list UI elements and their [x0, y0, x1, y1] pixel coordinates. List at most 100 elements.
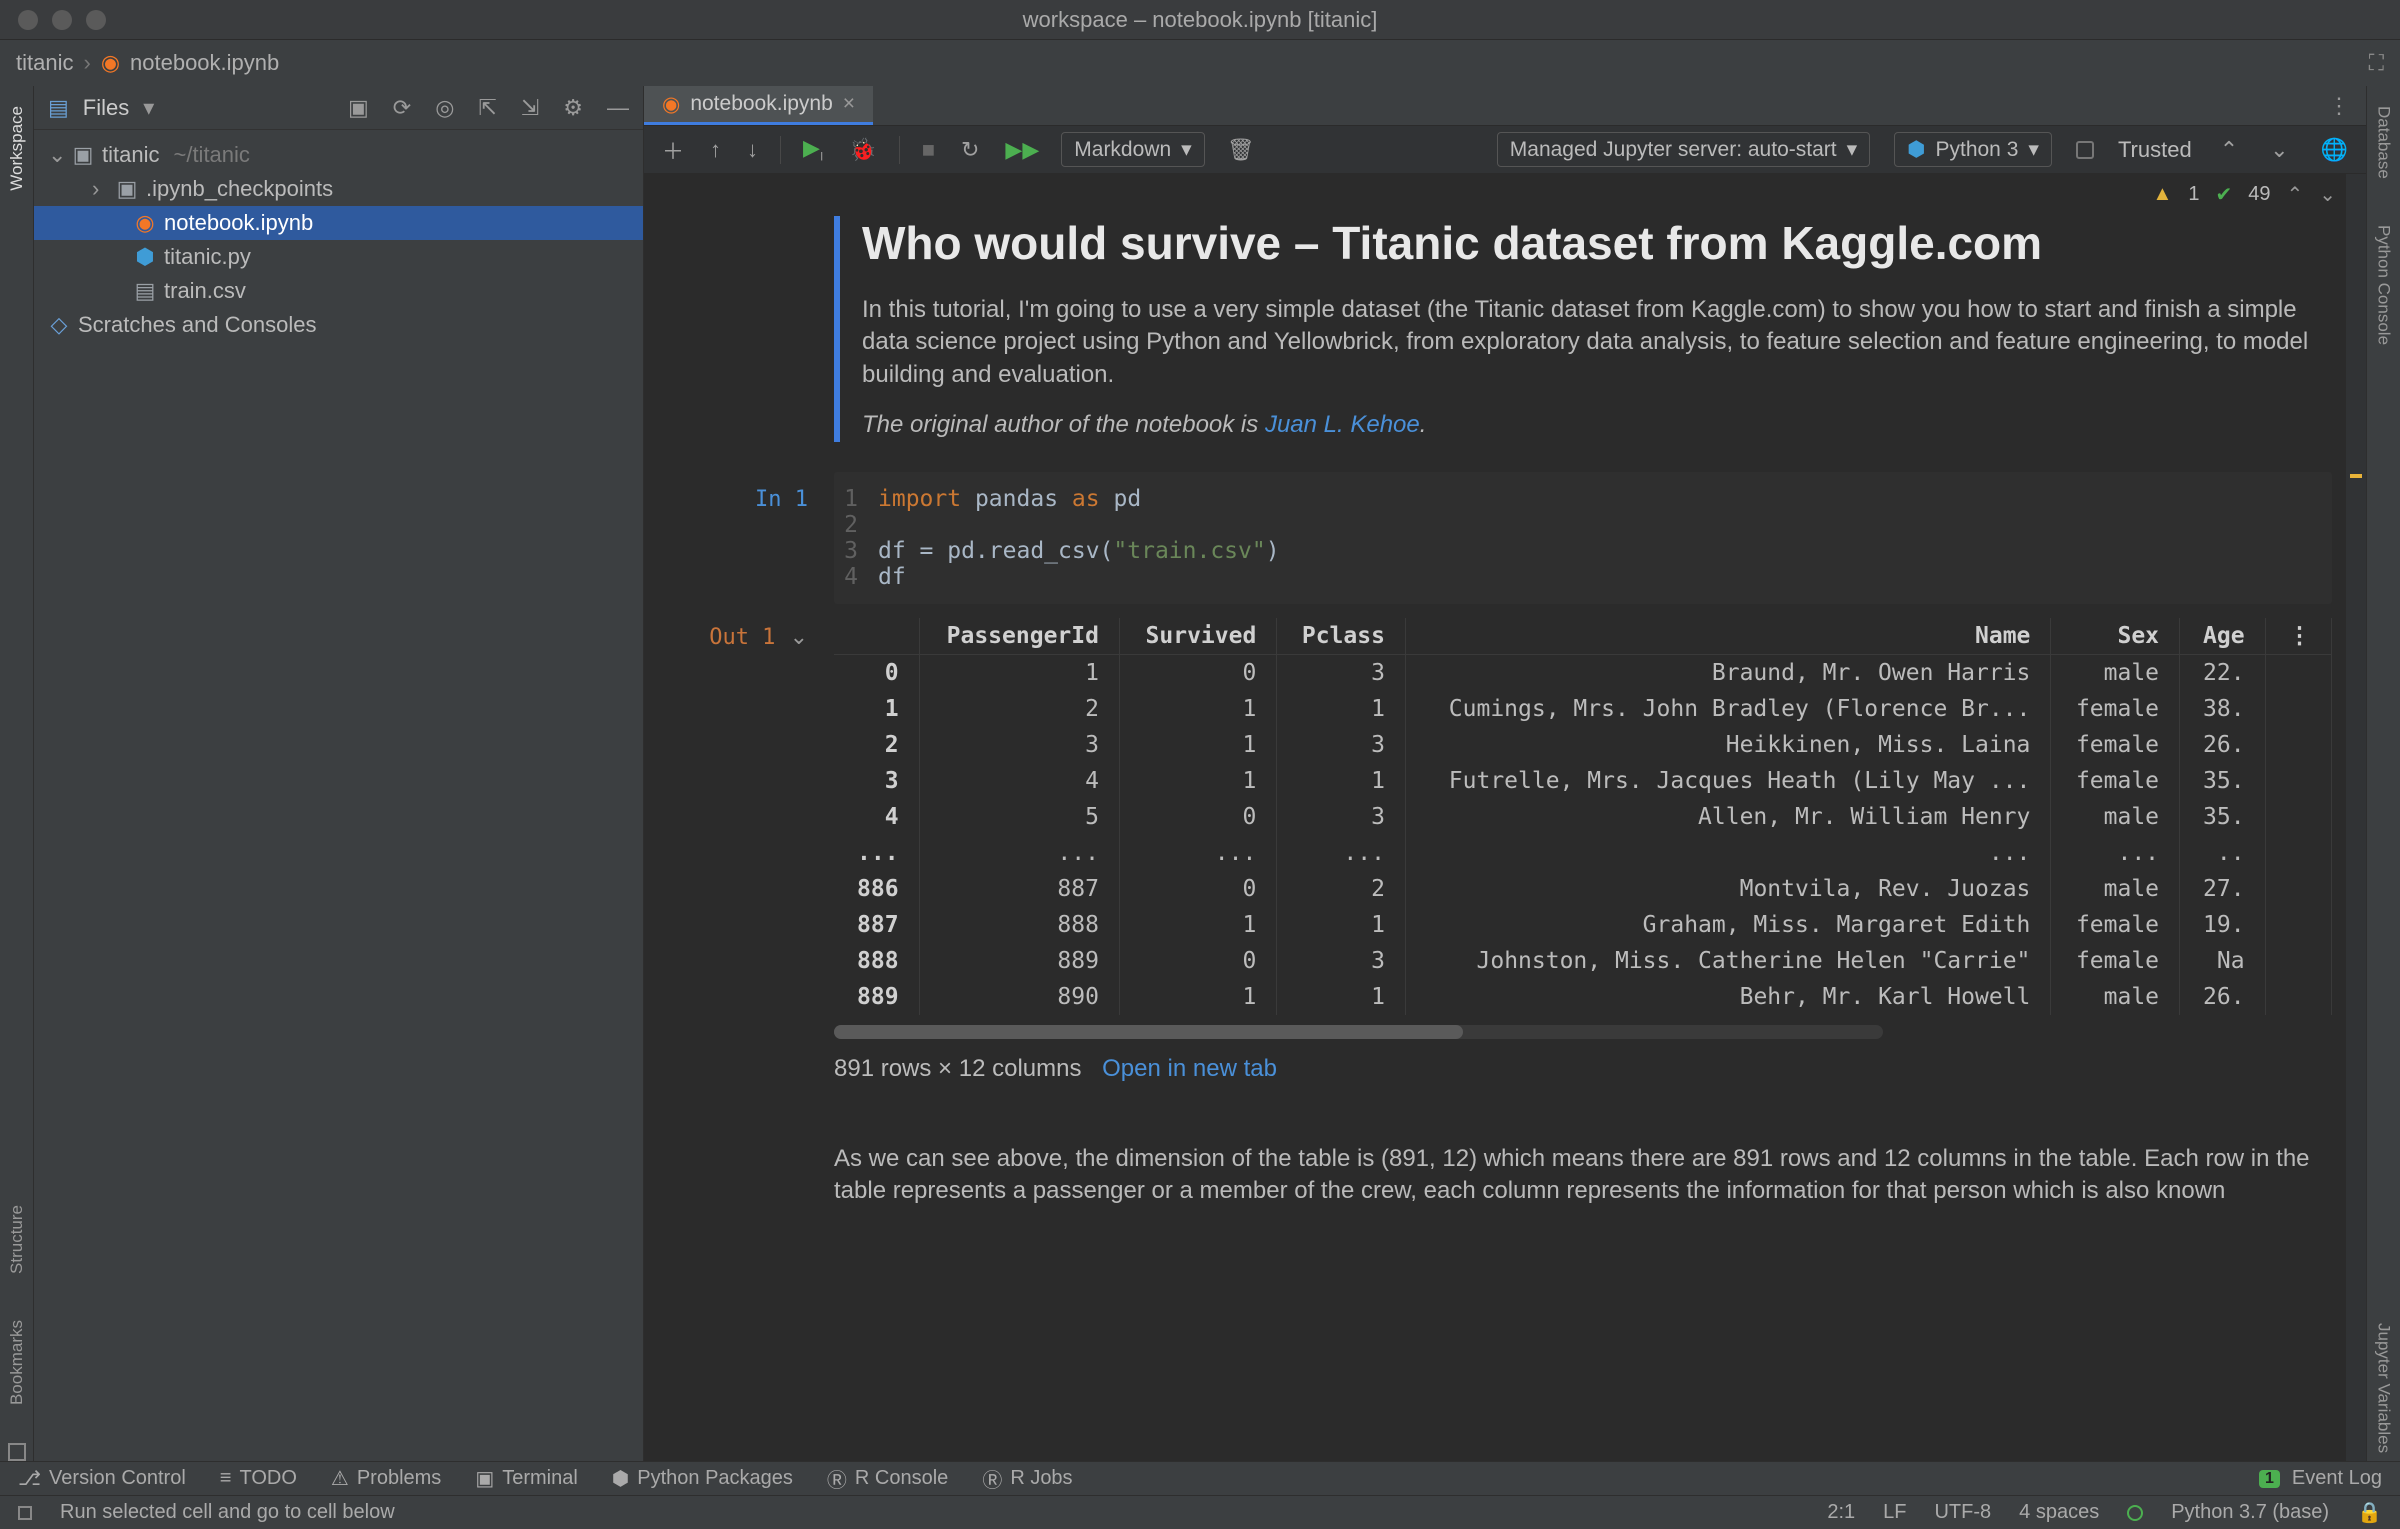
- tab-notebook[interactable]: ◉ notebook.ipynb ×: [644, 86, 873, 125]
- refresh-icon[interactable]: ⟳: [393, 95, 411, 121]
- delete-cell-button[interactable]: 🗑: [1223, 135, 1259, 165]
- encoding[interactable]: UTF-8: [1934, 1501, 1991, 1524]
- lock-icon[interactable]: 🔒: [2357, 1500, 2382, 1525]
- hide-icon[interactable]: —: [607, 95, 629, 121]
- tree-scratches[interactable]: ◇ Scratches and Consoles: [34, 308, 643, 342]
- markdown-below[interactable]: As we can see above, the dimension of th…: [834, 1143, 2332, 1208]
- table-menu-icon[interactable]: ⋮: [2265, 618, 2331, 655]
- dataframe-table[interactable]: PassengerIdSurvivedPclassNameSexAge⋮0103…: [834, 618, 2332, 1015]
- workspace-tool-button[interactable]: Workspace: [7, 98, 27, 199]
- database-tool-button[interactable]: Database: [2374, 98, 2394, 187]
- locate-icon[interactable]: ◎: [435, 95, 454, 121]
- jupyter-variables-tool-button[interactable]: Jupyter Variables: [2374, 1315, 2394, 1461]
- r-console-tool-button[interactable]: ⓇR Console: [827, 1464, 948, 1493]
- close-icon[interactable]: ×: [843, 92, 855, 116]
- table-header[interactable]: PassengerId: [919, 618, 1119, 655]
- table-row[interactable]: 88888903Johnston, Miss. Catherine Helen …: [834, 943, 2332, 979]
- event-log-button[interactable]: Event Log: [2292, 1467, 2382, 1490]
- line-ending[interactable]: LF: [1883, 1501, 1906, 1524]
- todo-tool-button[interactable]: ≡TODO: [220, 1467, 297, 1490]
- open-in-new-tab-link[interactable]: Open in new tab: [1102, 1055, 1277, 1082]
- structure-tool-button[interactable]: Structure: [7, 1197, 27, 1282]
- run-cell-button[interactable]: ▶I: [799, 133, 827, 165]
- table-header[interactable]: Survived: [1119, 618, 1276, 655]
- collapse-all-icon[interactable]: ⇲: [521, 95, 539, 121]
- code-body[interactable]: 1import pandas as pd23df = pd.read_csv("…: [834, 472, 2332, 604]
- debug-cell-button[interactable]: 🐞: [845, 135, 880, 165]
- tree-root[interactable]: ⌄ ▣ titanic ~/titanic: [34, 138, 643, 172]
- tab-menu-icon[interactable]: ⋮: [2312, 86, 2366, 125]
- table-header[interactable]: Age: [2180, 618, 2266, 655]
- jupyter-server-select[interactable]: Managed Jupyter server: auto-start ▾: [1497, 132, 1870, 167]
- terminal-tool-button[interactable]: ▣Terminal: [475, 1466, 577, 1491]
- run-all-button[interactable]: ▶▶: [1001, 135, 1043, 165]
- horizontal-scrollbar[interactable]: [834, 1025, 1883, 1039]
- indent[interactable]: 4 spaces: [2019, 1501, 2099, 1524]
- expand-all-icon[interactable]: ⇱: [478, 95, 496, 121]
- table-header[interactable]: Pclass: [1277, 618, 1406, 655]
- table-row[interactable]: 0103Braund, Mr. Owen Harrismale22.: [834, 654, 2332, 691]
- add-cell-button[interactable]: ＋: [658, 132, 688, 168]
- close-window-icon[interactable]: [18, 10, 38, 30]
- r-jobs-tool-button[interactable]: ⓇR Jobs: [982, 1464, 1072, 1493]
- tree-item-notebook[interactable]: ◉ notebook.ipynb: [34, 206, 643, 240]
- table-row[interactable]: 88688702Montvila, Rev. Juozasmale27.: [834, 871, 2332, 907]
- stop-button[interactable]: ■: [918, 135, 939, 165]
- trusted-checkbox[interactable]: [2076, 141, 2094, 159]
- code-text[interactable]: import pandas as pd: [878, 486, 2332, 512]
- prev-button[interactable]: ⌃: [2216, 135, 2242, 165]
- table-row[interactable]: 3411Futrelle, Mrs. Jacques Heath (Lily M…: [834, 763, 2332, 799]
- code-line[interactable]: 4df: [834, 564, 2332, 590]
- table-row[interactable]: 2313Heikkinen, Miss. Lainafemale26.: [834, 727, 2332, 763]
- table-row[interactable]: 88788811Graham, Miss. Margaret Edithfema…: [834, 907, 2332, 943]
- move-up-button[interactable]: ↑: [706, 135, 725, 165]
- code-line[interactable]: 2: [834, 512, 2332, 538]
- gear-icon[interactable]: ⚙: [563, 95, 583, 121]
- code-cell[interactable]: In 1 1import pandas as pd23df = pd.read_…: [644, 472, 2332, 604]
- chevron-down-icon[interactable]: ▾: [143, 95, 154, 121]
- zoom-window-icon[interactable]: [86, 10, 106, 30]
- chevron-up-icon[interactable]: ⌃: [2286, 182, 2303, 207]
- breadcrumb-project[interactable]: titanic: [16, 50, 73, 76]
- code-text[interactable]: [878, 512, 2332, 538]
- breadcrumb-file[interactable]: notebook.ipynb: [130, 50, 279, 76]
- cursor-position[interactable]: 2:1: [1827, 1501, 1855, 1524]
- table-row[interactable]: 88989011Behr, Mr. Karl Howellmale26.: [834, 979, 2332, 1015]
- table-header[interactable]: Sex: [2051, 618, 2180, 655]
- tool-window-square-icon[interactable]: [8, 1443, 26, 1461]
- code-line[interactable]: 1import pandas as pd: [834, 486, 2332, 512]
- minimize-window-icon[interactable]: [52, 10, 72, 30]
- maximize-editor-icon[interactable]: ⛶: [2369, 50, 2384, 76]
- table-row[interactable]: 4503Allen, Mr. William Henrymale35.: [834, 799, 2332, 835]
- cell-type-select[interactable]: Markdown ▾: [1061, 132, 1204, 167]
- markdown-cell[interactable]: Who would survive – Titanic dataset from…: [834, 216, 2332, 442]
- new-file-icon[interactable]: ▣: [348, 95, 369, 121]
- table-row[interactable]: 1211Cumings, Mrs. John Bradley (Florence…: [834, 691, 2332, 727]
- inspection-widget[interactable]: ▲ 1 ✔ 49 ⌃ ⌄: [2153, 182, 2336, 207]
- chevron-down-icon[interactable]: ⌄: [790, 624, 808, 649]
- code-text[interactable]: df: [878, 564, 2332, 590]
- scrollbar-thumb[interactable]: [834, 1025, 1463, 1039]
- table-header[interactable]: Name: [1405, 618, 2050, 655]
- interpreter-select[interactable]: ⬢ Python 3 ▾: [1894, 132, 2052, 167]
- move-down-button[interactable]: ↓: [743, 135, 762, 165]
- files-scope-icon[interactable]: ▤: [48, 95, 69, 121]
- problems-tool-button[interactable]: ⚠Problems: [331, 1466, 441, 1491]
- bookmarks-tool-button[interactable]: Bookmarks: [7, 1312, 27, 1413]
- interpreter-status[interactable]: Python 3.7 (base): [2171, 1501, 2329, 1524]
- next-button[interactable]: ⌄: [2266, 135, 2292, 165]
- python-console-tool-button[interactable]: Python Console: [2374, 217, 2394, 353]
- tree-item-python[interactable]: ⬢ titanic.py: [34, 240, 643, 274]
- table-row[interactable]: ....................: [834, 835, 2332, 871]
- author-link[interactable]: Juan L. Kehoe: [1265, 411, 1420, 438]
- tree-item-csv[interactable]: ▤ train.csv: [34, 274, 643, 308]
- code-line[interactable]: 3df = pd.read_csv("train.csv"): [834, 538, 2332, 564]
- vcs-tool-button[interactable]: ⎇Version Control: [18, 1466, 186, 1491]
- restart-kernel-button[interactable]: ↻: [957, 135, 983, 165]
- code-text[interactable]: df = pd.read_csv("train.csv"): [878, 538, 2332, 564]
- python-packages-tool-button[interactable]: ⬢Python Packages: [612, 1466, 793, 1491]
- project-scope-label[interactable]: Files: [83, 95, 129, 121]
- chevron-down-icon[interactable]: ⌄: [2319, 182, 2336, 207]
- tool-window-square-icon[interactable]: [18, 1506, 32, 1520]
- browser-icon[interactable]: 🌐: [2317, 135, 2352, 165]
